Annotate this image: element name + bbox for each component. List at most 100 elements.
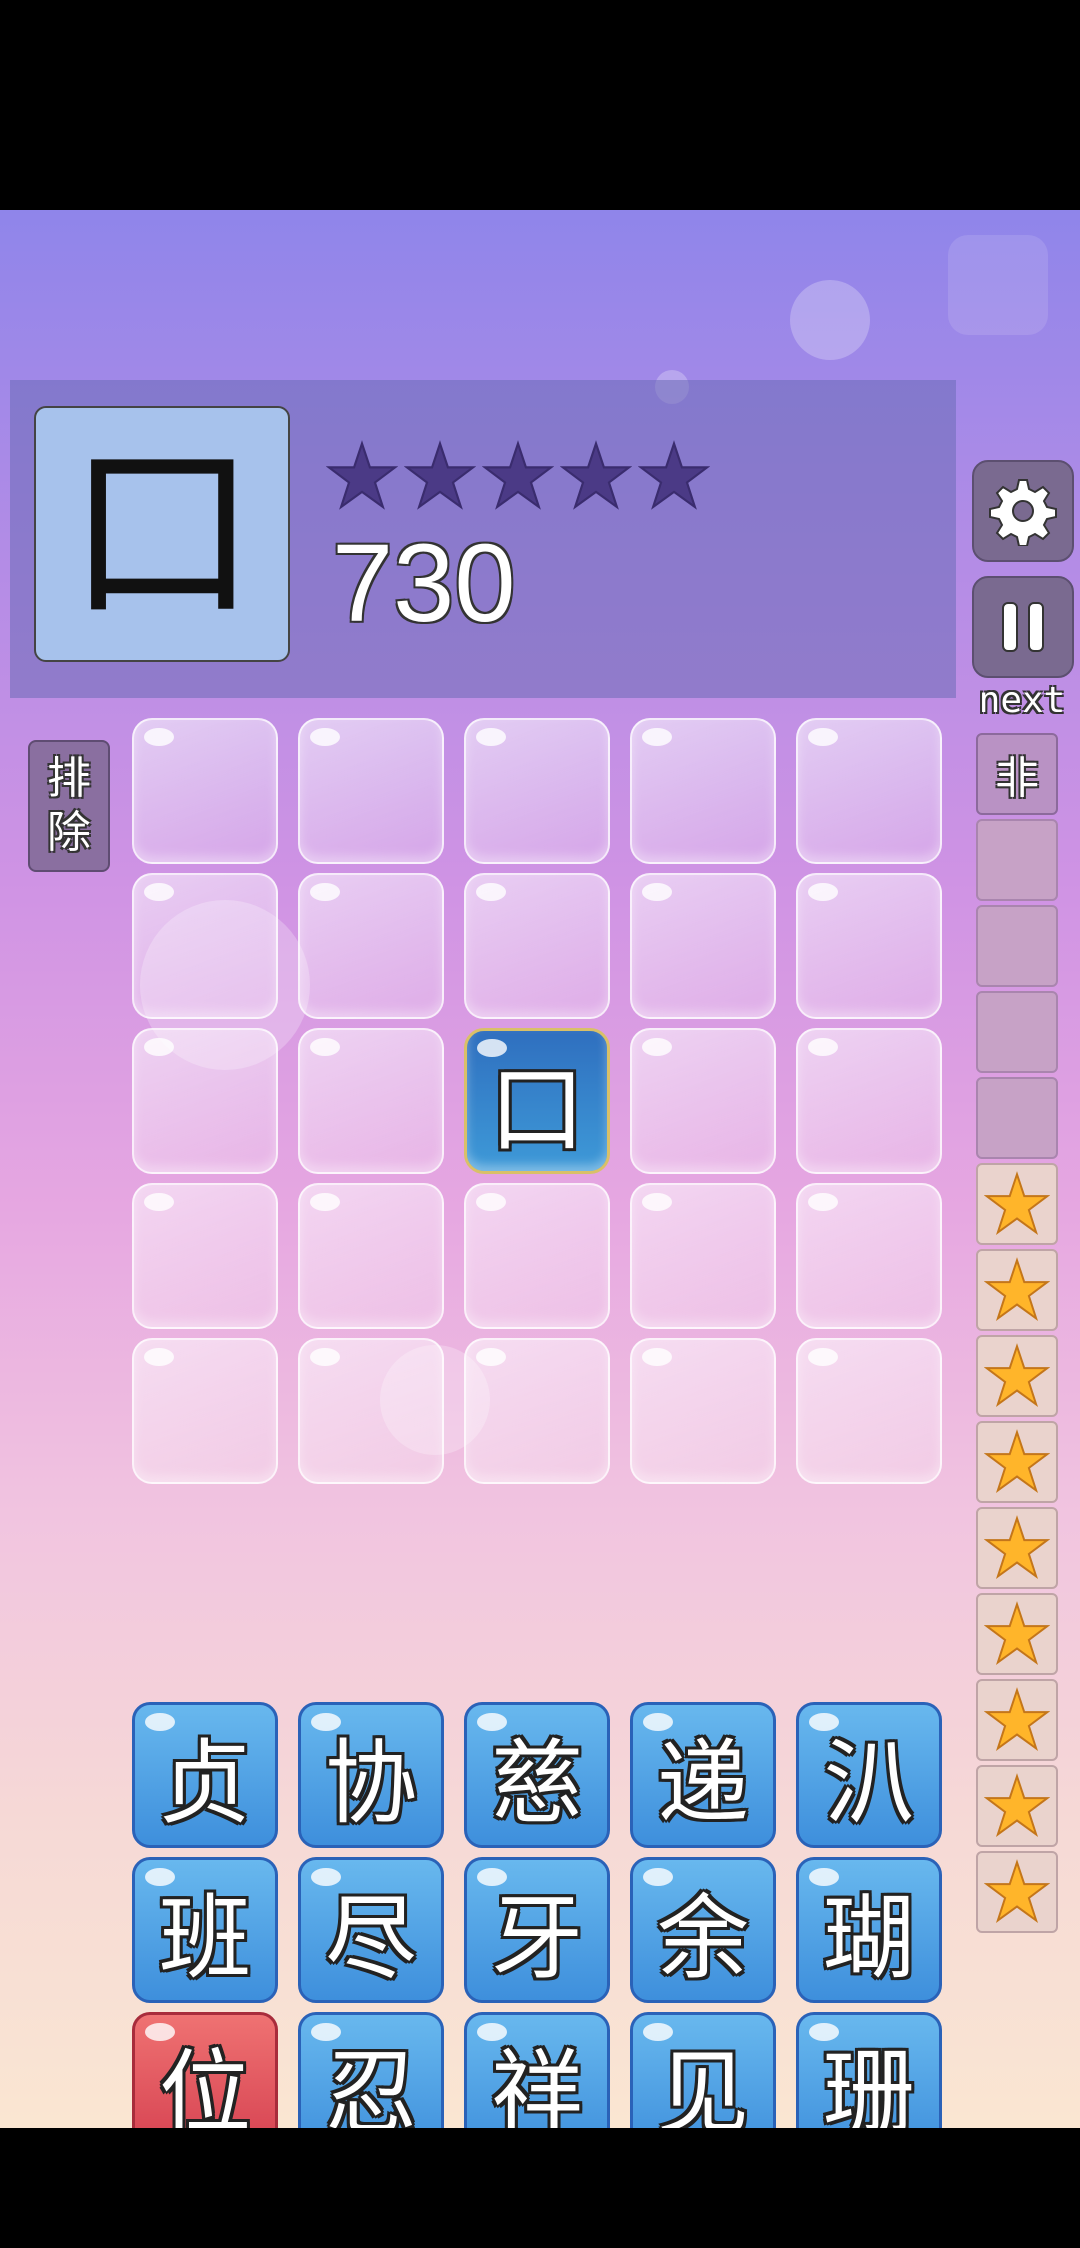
queue-star-slot bbox=[976, 1679, 1058, 1761]
tile-character: 汃 bbox=[822, 1729, 915, 1837]
character-tile[interactable]: 瑚 bbox=[796, 1857, 942, 2003]
star-icon bbox=[984, 1859, 1050, 1923]
board-cell[interactable] bbox=[464, 873, 610, 1019]
board-cell[interactable] bbox=[796, 718, 942, 864]
board-cell[interactable] bbox=[132, 873, 278, 1019]
tile-character: 尽 bbox=[324, 1884, 417, 1992]
tile-shine bbox=[311, 2023, 341, 2041]
cell-shine bbox=[476, 883, 506, 901]
character-tile[interactable]: 位 bbox=[132, 2012, 278, 2128]
character-tile[interactable]: 尽 bbox=[298, 1857, 444, 2003]
board-cell[interactable] bbox=[630, 873, 776, 1019]
character-tile[interactable]: 余 bbox=[630, 1857, 776, 2003]
target-character: 口 bbox=[34, 406, 290, 662]
pause-button[interactable] bbox=[972, 576, 1074, 678]
cell-shine bbox=[477, 1039, 507, 1057]
board-cell[interactable] bbox=[132, 1028, 278, 1174]
tile-character: 瑚 bbox=[822, 1884, 915, 1992]
board-cell[interactable] bbox=[298, 718, 444, 864]
star-icon bbox=[637, 440, 711, 510]
header-panel: 口 730 bbox=[10, 380, 956, 698]
board-cell-filled[interactable]: 口 bbox=[464, 1028, 610, 1174]
queue-slot bbox=[976, 1077, 1058, 1159]
board-cell[interactable] bbox=[796, 1183, 942, 1329]
tile-character: 班 bbox=[158, 1884, 251, 1992]
queue-slot bbox=[976, 819, 1058, 901]
cell-shine bbox=[144, 1193, 174, 1211]
tile-character: 牙 bbox=[490, 1884, 583, 1992]
board-cell[interactable] bbox=[464, 1338, 610, 1484]
character-tile[interactable]: 见 bbox=[630, 2012, 776, 2128]
cell-shine bbox=[642, 728, 672, 746]
character-tile[interactable]: 班 bbox=[132, 1857, 278, 2003]
queue-slot bbox=[976, 991, 1058, 1073]
character-tile[interactable]: 贞 bbox=[132, 1702, 278, 1848]
board-cell[interactable] bbox=[298, 1183, 444, 1329]
board-cell[interactable] bbox=[132, 718, 278, 864]
rating-star bbox=[403, 440, 477, 512]
tile-character: 慈 bbox=[490, 1729, 583, 1837]
cell-shine bbox=[808, 1348, 838, 1366]
character-tile[interactable]: 协 bbox=[298, 1702, 444, 1848]
cell-shine bbox=[144, 883, 174, 901]
board-cell[interactable] bbox=[464, 1183, 610, 1329]
star-icon bbox=[481, 440, 555, 510]
tile-shine bbox=[145, 2023, 175, 2041]
board-cell[interactable] bbox=[132, 1183, 278, 1329]
character-tile[interactable]: 汃 bbox=[796, 1702, 942, 1848]
tile-shine bbox=[311, 1868, 341, 1886]
board-cell[interactable] bbox=[796, 1338, 942, 1484]
queue-star-slot bbox=[976, 1851, 1058, 1933]
cell-shine bbox=[808, 883, 838, 901]
pause-icon bbox=[1002, 602, 1044, 652]
cell-shine bbox=[808, 728, 838, 746]
star-icon bbox=[984, 1343, 1050, 1407]
cell-shine bbox=[642, 1038, 672, 1056]
board-cell[interactable] bbox=[464, 718, 610, 864]
cell-shine bbox=[310, 728, 340, 746]
character-tile[interactable]: 牙 bbox=[464, 1857, 610, 2003]
board-cell[interactable] bbox=[630, 1028, 776, 1174]
cell-shine bbox=[808, 1038, 838, 1056]
board-cell[interactable] bbox=[630, 1338, 776, 1484]
exclude-button[interactable]: 排 除 bbox=[28, 740, 110, 872]
tile-character: 贞 bbox=[158, 1729, 251, 1837]
star-icon bbox=[403, 440, 477, 510]
queue-star-slot bbox=[976, 1421, 1058, 1503]
board-cell[interactable] bbox=[132, 1338, 278, 1484]
queue-star-slot bbox=[976, 1593, 1058, 1675]
board-cell[interactable] bbox=[796, 1028, 942, 1174]
cell-shine bbox=[310, 883, 340, 901]
tile-character: 递 bbox=[656, 1729, 749, 1837]
tile-shine bbox=[477, 1868, 507, 1886]
score: 730 bbox=[332, 522, 516, 645]
tile-shine bbox=[809, 1868, 839, 1886]
game-board: 口 bbox=[132, 718, 944, 1530]
settings-button[interactable] bbox=[972, 460, 1074, 562]
board-cell[interactable] bbox=[796, 873, 942, 1019]
queue-star-slot bbox=[976, 1163, 1058, 1245]
character-tile[interactable]: 珊 bbox=[796, 2012, 942, 2128]
character-tile[interactable]: 忍 bbox=[298, 2012, 444, 2128]
character-tile[interactable]: 祥 bbox=[464, 2012, 610, 2128]
star-icon bbox=[984, 1687, 1050, 1751]
character-tile[interactable]: 递 bbox=[630, 1702, 776, 1848]
board-cell[interactable] bbox=[298, 873, 444, 1019]
tile-shine bbox=[643, 1868, 673, 1886]
queue-slot bbox=[976, 905, 1058, 987]
character-tile[interactable]: 慈 bbox=[464, 1702, 610, 1848]
star-icon bbox=[984, 1515, 1050, 1579]
tile-shine bbox=[145, 1713, 175, 1731]
board-cell[interactable] bbox=[630, 1183, 776, 1329]
next-label: next bbox=[978, 680, 1066, 721]
rating-star bbox=[637, 440, 711, 512]
cell-shine bbox=[642, 883, 672, 901]
tile-shine bbox=[643, 1713, 673, 1731]
cell-shine bbox=[144, 1348, 174, 1366]
board-cell[interactable] bbox=[630, 718, 776, 864]
exclude-label: 除 bbox=[47, 807, 91, 858]
board-cell[interactable] bbox=[298, 1338, 444, 1484]
board-cell[interactable] bbox=[298, 1028, 444, 1174]
cell-shine bbox=[808, 1193, 838, 1211]
queue-star-slot bbox=[976, 1249, 1058, 1331]
